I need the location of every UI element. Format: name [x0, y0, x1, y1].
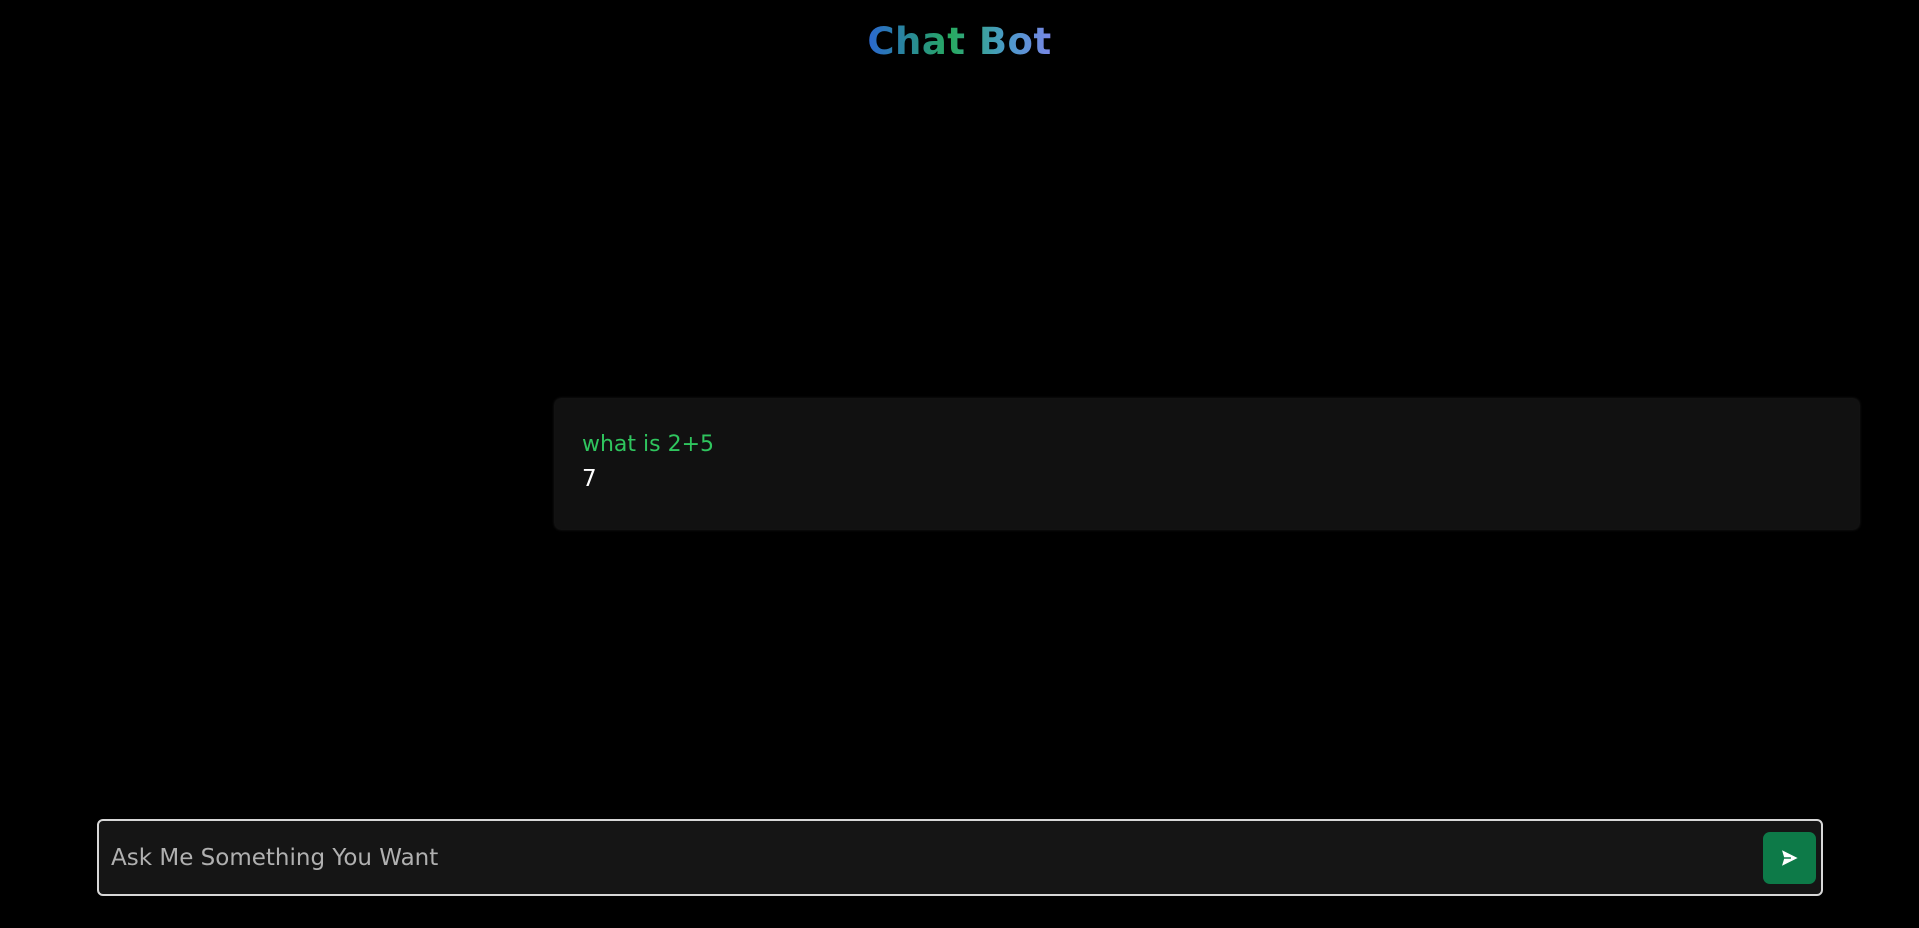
message-card: what is 2+5 7 — [555, 399, 1859, 529]
user-question: what is 2+5 — [582, 432, 715, 457]
bot-answer: 7 — [582, 466, 597, 492]
page-title-text: Chat Bot — [867, 20, 1052, 63]
page-title: Chat Bot — [0, 18, 1919, 66]
send-button[interactable] — [1763, 832, 1816, 884]
chat-page: Chat Bot what is 2+5 7 — [0, 0, 1919, 928]
message-input[interactable] — [111, 821, 1731, 894]
send-icon — [1779, 848, 1800, 868]
composer-bar — [97, 819, 1823, 896]
